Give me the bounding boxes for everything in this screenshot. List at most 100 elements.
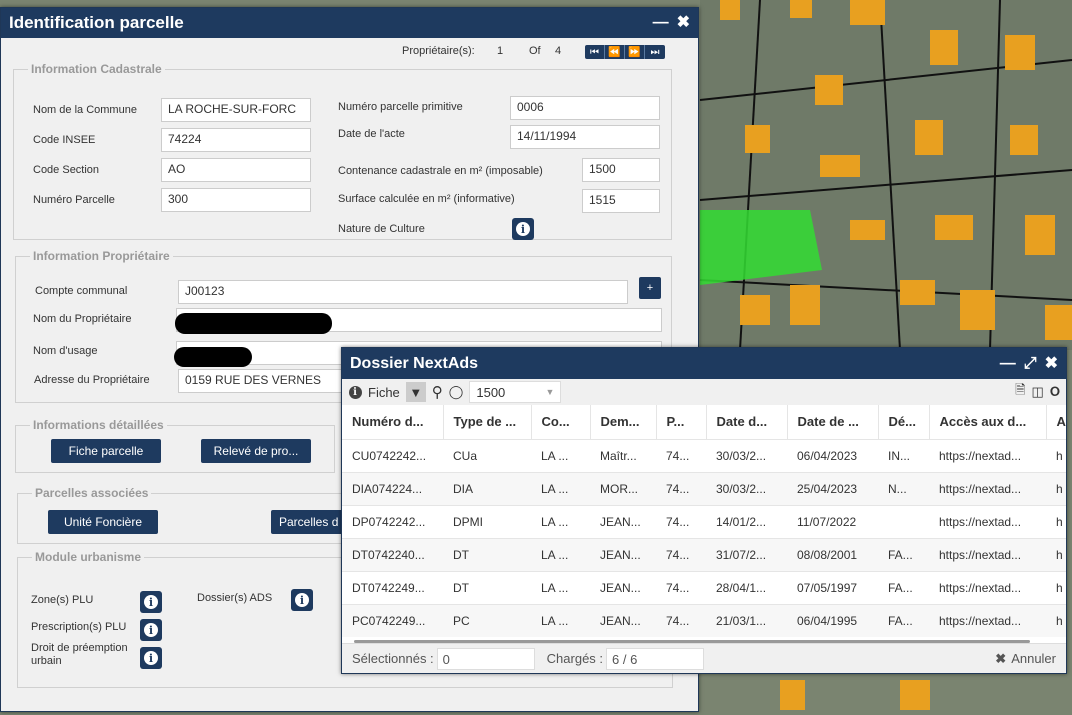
add-owner-button[interactable]: + xyxy=(639,277,661,299)
table-cell: 74... xyxy=(656,537,706,571)
table-cell: h xyxy=(1046,603,1066,637)
nextads-window-title: Dossier NextAds xyxy=(350,354,479,372)
lightbulb-icon[interactable]: ◯ xyxy=(449,384,464,400)
parcel-number-field[interactable]: 300 xyxy=(161,188,311,212)
last-page-icon[interactable]: ⏭ xyxy=(645,45,665,59)
commune-field[interactable]: LA ROCHE-SUR-FORC xyxy=(161,98,311,122)
contenance-label: Contenance cadastrale en m² (imposable) xyxy=(338,165,543,177)
column-header[interactable]: Accès aux d... xyxy=(929,405,1047,439)
ads-info-button[interactable]: i xyxy=(291,589,313,611)
column-header[interactable]: Date de ... xyxy=(787,405,879,439)
parcel-window-titlebar[interactable]: Identification parcelle — ✖ xyxy=(1,8,698,38)
table-cell: PC xyxy=(443,603,531,637)
table-row[interactable]: DIA074224... DIA LA ... MOR... 74... 30/03/2.… xyxy=(342,471,1066,505)
column-header[interactable]: Co... xyxy=(531,405,591,439)
prescription-label: Prescription(s) PLU xyxy=(31,621,127,633)
table-cell: h xyxy=(1046,438,1066,472)
nextads-table: Numéro d... Type de ... Co... Dem... P... Dat… xyxy=(342,405,1066,637)
surface-field[interactable]: 1515 xyxy=(582,189,660,213)
culture-info-button[interactable]: i xyxy=(512,218,534,240)
table-cell: LA ... xyxy=(531,438,590,472)
cancel-button[interactable]: Annuler xyxy=(1011,651,1056,666)
droit-preemption-info-button[interactable]: i xyxy=(140,647,162,669)
table-cell: IN... xyxy=(878,438,929,472)
table-cell: 25/04/2023 xyxy=(787,471,878,505)
nextads-grid: Numéro d... Type de ... Co... Dem... P... Dat… xyxy=(342,405,1066,645)
next-page-icon[interactable]: ⏩ xyxy=(625,45,645,59)
table-cell: 74... xyxy=(656,603,706,637)
table-cell: DT xyxy=(443,570,531,604)
info-icon: i xyxy=(516,222,530,236)
table-cell: FA... xyxy=(878,603,929,637)
table-cell: LA ... xyxy=(531,537,590,571)
table-row[interactable]: PC0742249... PC LA ... JEAN... 74... 21/03/1.… xyxy=(342,603,1066,637)
pdf-export-icon[interactable]: 🗎 xyxy=(1015,381,1025,403)
address-label: Adresse du Propriétaire xyxy=(34,374,150,386)
close-icon[interactable]: ✖ xyxy=(1045,355,1058,372)
section-label: Code Section xyxy=(33,164,100,176)
table-cell: JEAN... xyxy=(590,570,656,604)
column-header[interactable]: Dé... xyxy=(878,405,930,439)
filter-dropdown[interactable]: 1500 ▼ xyxy=(469,381,562,403)
parcel-number-label: Numéro Parcelle xyxy=(33,194,115,206)
insee-field[interactable]: 74224 xyxy=(161,128,311,152)
info-icon[interactable]: i xyxy=(348,385,362,399)
act-date-field[interactable]: 14/11/1994 xyxy=(510,125,660,149)
info-icon: i xyxy=(144,595,158,609)
fiche-label[interactable]: Fiche xyxy=(368,385,400,400)
minimize-icon[interactable]: — xyxy=(653,15,669,31)
table-row[interactable]: DT0742249... DT LA ... JEAN... 74... 28/04/1.… xyxy=(342,570,1066,604)
column-header[interactable]: Type de ... xyxy=(443,405,532,439)
word-export-icon[interactable]: 𝐎 xyxy=(1050,384,1060,400)
table-cell: h xyxy=(1046,537,1066,571)
filter-icon[interactable]: ▼ xyxy=(405,382,426,402)
nextads-window-titlebar[interactable]: Dossier NextAds — ⤢ ✖ xyxy=(342,348,1066,379)
loaded-label: Chargés : xyxy=(546,651,604,666)
table-cell: h xyxy=(1046,504,1066,538)
details-fieldset: Informations détaillées Fiche parcelle R… xyxy=(15,418,335,473)
associated-fieldset: Parcelles associées Unité Foncière Parce… xyxy=(17,486,351,544)
column-header[interactable]: Numéro d... xyxy=(342,405,444,439)
owner-legend: Information Propriétaire xyxy=(33,249,170,263)
table-cell: h xyxy=(1046,471,1066,505)
fiche-parcelle-button[interactable]: Fiche parcelle xyxy=(51,439,161,463)
table-cell: DT0742240... xyxy=(342,537,443,571)
primitive-field[interactable]: 0006 xyxy=(510,96,660,120)
column-header[interactable]: A xyxy=(1046,405,1066,439)
redaction-mark xyxy=(174,347,252,367)
releve-propriete-button[interactable]: Relevé de pro... xyxy=(201,439,311,463)
column-header[interactable]: Date d... xyxy=(706,405,788,439)
close-icon[interactable]: ✖ xyxy=(677,15,690,31)
table-cell: CU0742242... xyxy=(342,438,443,472)
table-cell: FA... xyxy=(878,570,929,604)
table-cell: 06/04/2023 xyxy=(787,438,878,472)
parcelles-button[interactable]: Parcelles d xyxy=(271,510,351,534)
first-page-icon[interactable]: ⏮ xyxy=(585,45,605,59)
table-cell: 14/01/2... xyxy=(706,504,787,538)
search-icon[interactable]: ⚲ xyxy=(432,383,443,401)
zone-plu-info-button[interactable]: i xyxy=(140,591,162,613)
unite-fonciere-button[interactable]: Unité Foncière xyxy=(48,510,158,534)
table-cell: DT xyxy=(443,537,531,571)
maximize-icon[interactable]: ⤢ xyxy=(1024,355,1037,372)
previous-page-icon[interactable]: ⏪ xyxy=(605,45,625,59)
table-row[interactable]: CU0742242... CUa LA ... Maîtr... 74... 30/03/… xyxy=(342,438,1066,472)
table-cell: DIA074224... xyxy=(342,471,443,505)
compte-field[interactable]: J00123 xyxy=(178,280,628,304)
table-row[interactable]: DP0742242... DPMI LA ... JEAN... 74... 14/01/… xyxy=(342,504,1066,538)
cancel-icon[interactable]: ✖ xyxy=(995,651,1006,667)
minimize-icon[interactable]: — xyxy=(1000,355,1016,372)
owners-current: 1 xyxy=(497,45,504,57)
section-field[interactable]: AO xyxy=(161,158,311,182)
excel-export-icon[interactable]: ◫ xyxy=(1032,384,1044,400)
contenance-field[interactable]: 1500 xyxy=(582,158,660,182)
prescription-info-button[interactable]: i xyxy=(140,619,162,641)
nextads-footer: Sélectionnés : 0 Chargés : 6 / 6 ✖ Annul… xyxy=(342,643,1066,673)
table-row[interactable]: DT0742240... DT LA ... JEAN... 74... 31/07/2.… xyxy=(342,537,1066,571)
table-cell: FA... xyxy=(878,537,929,571)
column-header[interactable]: Dem... xyxy=(590,405,657,439)
table-cell: JEAN... xyxy=(590,537,656,571)
table-cell: 06/04/1995 xyxy=(787,603,878,637)
zone-plu-label: Zone(s) PLU xyxy=(31,594,94,606)
column-header[interactable]: P... xyxy=(656,405,707,439)
